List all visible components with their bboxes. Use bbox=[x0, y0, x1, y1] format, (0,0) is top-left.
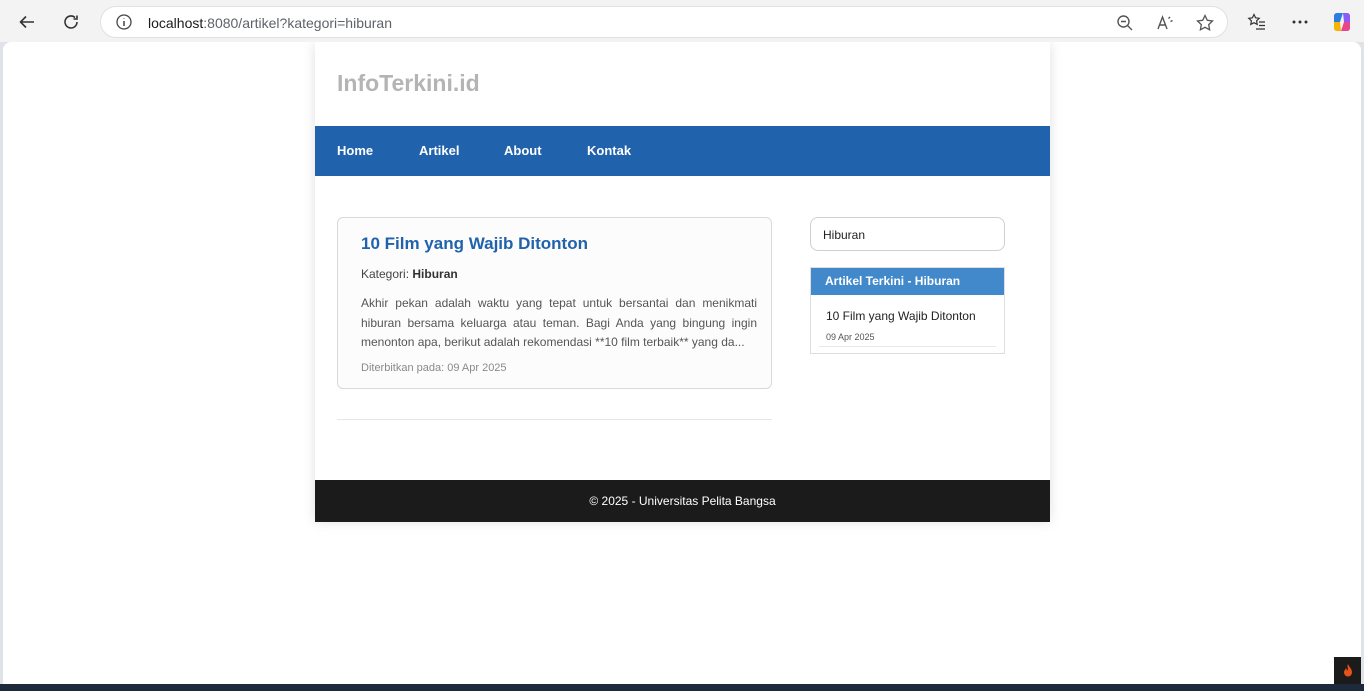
main-nav: Home Artikel About Kontak bbox=[315, 126, 1050, 176]
category-search-input[interactable]: Hiburan bbox=[810, 217, 1005, 251]
nav-kontak[interactable]: Kontak bbox=[587, 143, 631, 158]
article-category: Kategori: Hiburan bbox=[361, 267, 458, 281]
page-viewport: InfoTerkini.id Home Artikel About Kontak… bbox=[3, 42, 1361, 684]
nav-home[interactable]: Home bbox=[337, 143, 373, 158]
favorite-star-icon[interactable] bbox=[1195, 13, 1215, 33]
category-label: Kategori: bbox=[361, 267, 410, 281]
recent-articles-widget: Artikel Terkini - Hiburan 10 Film yang W… bbox=[810, 267, 1005, 354]
site-header: InfoTerkini.id bbox=[315, 42, 1050, 126]
site-footer: © 2025 - Universitas Pelita Bangsa bbox=[315, 480, 1050, 522]
nav-artikel[interactable]: Artikel bbox=[419, 143, 459, 158]
widget-divider bbox=[819, 346, 996, 347]
more-options-icon[interactable] bbox=[1287, 9, 1313, 35]
debug-toolbar-flame-icon[interactable] bbox=[1334, 657, 1361, 684]
zoom-icon[interactable] bbox=[1115, 13, 1135, 33]
search-value: Hiburan bbox=[823, 228, 866, 242]
back-icon[interactable] bbox=[14, 9, 40, 35]
taskbar-strip bbox=[0, 684, 1364, 691]
nav-about[interactable]: About bbox=[504, 143, 542, 158]
site-logo[interactable]: InfoTerkini.id bbox=[337, 70, 480, 97]
recent-article-date: 09 Apr 2025 bbox=[826, 332, 875, 342]
widget-title: Artikel Terkini - Hiburan bbox=[811, 268, 1004, 295]
article-published-date: Diterbitkan pada: 09 Apr 2025 bbox=[361, 362, 507, 374]
site-info-icon[interactable] bbox=[115, 13, 133, 31]
url-path: :8080/artikel?kategori=hiburan bbox=[203, 15, 393, 31]
browser-toolbar: localhost:8080/artikel?kategori=hiburan bbox=[0, 0, 1364, 42]
recent-article-link[interactable]: 10 Film yang Wajib Ditonton bbox=[826, 309, 976, 323]
address-url: localhost:8080/artikel?kategori=hiburan bbox=[148, 15, 392, 31]
article-card: 10 Film yang Wajib Ditonton Kategori: Hi… bbox=[337, 217, 772, 389]
article-excerpt: Akhir pekan adalah waktu yang tepat untu… bbox=[361, 296, 757, 349]
read-aloud-icon[interactable] bbox=[1155, 13, 1175, 33]
favorites-icon[interactable] bbox=[1244, 9, 1270, 35]
article-title[interactable]: 10 Film yang Wajib Ditonton bbox=[361, 234, 588, 254]
url-host: localhost bbox=[148, 15, 204, 31]
content-divider bbox=[337, 419, 772, 420]
copilot-icon[interactable] bbox=[1329, 9, 1355, 35]
reload-icon[interactable] bbox=[58, 9, 84, 35]
site-container: InfoTerkini.id Home Artikel About Kontak… bbox=[315, 42, 1050, 522]
footer-copyright: © 2025 - Universitas Pelita Bangsa bbox=[589, 494, 776, 508]
address-bar[interactable]: localhost:8080/artikel?kategori=hiburan bbox=[100, 6, 1228, 38]
category-value: Hiburan bbox=[412, 267, 458, 281]
